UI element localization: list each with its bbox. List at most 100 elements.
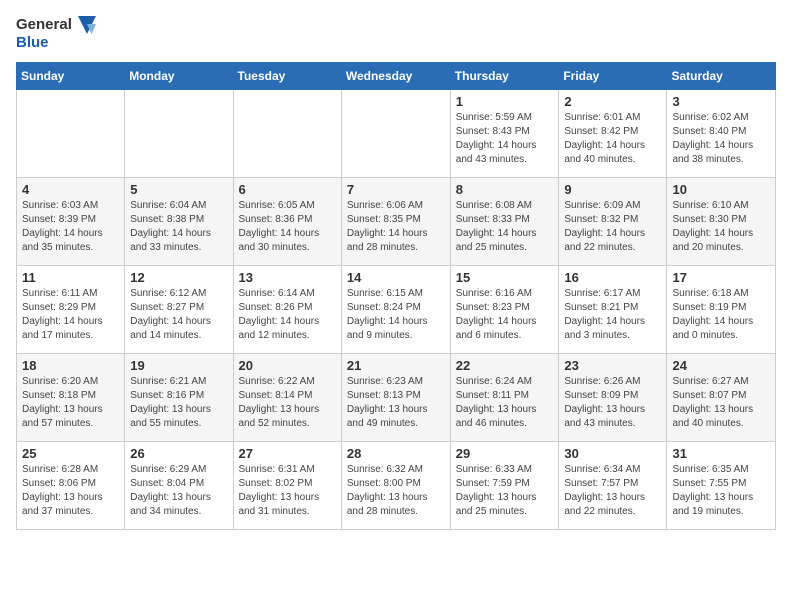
day-number: 5: [130, 182, 227, 197]
calendar-week-row: 25Sunrise: 6:28 AM Sunset: 8:06 PM Dayli…: [17, 441, 776, 529]
calendar-cell: 5 Sunrise: 6:04 AM Sunset: 8:38 PM Daylig…: [125, 177, 233, 265]
calendar-cell: 8 Sunrise: 6:08 AM Sunset: 8:33 PM Daylig…: [450, 177, 559, 265]
day-number: 29: [456, 446, 554, 461]
calendar-week-row: 11 Sunrise: 6:11 AM Sunset: 8:29 PM Dayli…: [17, 265, 776, 353]
day-number: 21: [347, 358, 445, 373]
day-number: 4: [22, 182, 119, 197]
header-thursday: Thursday: [450, 62, 559, 89]
day-number: 26: [130, 446, 227, 461]
day-info: Sunrise: 6:35 AM Sunset: 7:55 PM Dayligh…: [672, 463, 770, 519]
header-tuesday: Tuesday: [233, 62, 341, 89]
day-number: 20: [239, 358, 336, 373]
day-number: 23: [564, 358, 661, 373]
day-number: 16: [564, 270, 661, 285]
day-info: Sunrise: 6:33 AM Sunset: 7:59 PM Dayligh…: [456, 463, 554, 519]
day-number: 7: [347, 182, 445, 197]
day-info: Sunrise: 6:23 AM Sunset: 8:13 PM Dayligh…: [347, 375, 445, 431]
day-number: 15: [456, 270, 554, 285]
calendar-cell: 16 Sunrise: 6:17 AM Sunset: 8:21 PM Dayli…: [559, 265, 667, 353]
calendar-cell: 19 Sunrise: 6:21 AM Sunset: 8:16 PM Dayli…: [125, 353, 233, 441]
calendar-cell: 4 Sunrise: 6:03 AM Sunset: 8:39 PM Daylig…: [17, 177, 125, 265]
day-info: Sunrise: 6:12 AM Sunset: 8:27 PM Dayligh…: [130, 287, 227, 343]
calendar-cell: 2 Sunrise: 6:01 AM Sunset: 8:42 PM Daylig…: [559, 89, 667, 177]
day-info: Sunrise: 6:27 AM Sunset: 8:07 PM Dayligh…: [672, 375, 770, 431]
calendar-cell: 26 Sunrise: 6:29 AM Sunset: 8:04 PM Dayli…: [125, 441, 233, 529]
header-friday: Friday: [559, 62, 667, 89]
header-monday: Monday: [125, 62, 233, 89]
day-info: Sunrise: 6:28 AM Sunset: 8:06 PM Dayligh…: [22, 463, 119, 519]
day-number: 10: [672, 182, 770, 197]
day-info: Sunrise: 6:02 AM Sunset: 8:40 PM Dayligh…: [672, 111, 770, 167]
day-info: Sunrise: 6:24 AM Sunset: 8:11 PM Dayligh…: [456, 375, 554, 431]
calendar-cell: 15 Sunrise: 6:16 AM Sunset: 8:23 PM Dayli…: [450, 265, 559, 353]
day-info: Sunrise: 6:03 AM Sunset: 8:39 PM Dayligh…: [22, 199, 119, 255]
day-info: Sunrise: 5:59 AM Sunset: 8:43 PM Dayligh…: [456, 111, 554, 167]
calendar-cell: 31 Sunrise: 6:35 AM Sunset: 7:55 PM Dayli…: [667, 441, 776, 529]
header-sunday: Sunday: [17, 62, 125, 89]
day-info: Sunrise: 6:29 AM Sunset: 8:04 PM Dayligh…: [130, 463, 227, 519]
calendar-cell: [125, 89, 233, 177]
day-number: 27: [239, 446, 336, 461]
calendar-week-row: 1 Sunrise: 5:59 AM Sunset: 8:43 PM Daylig…: [17, 89, 776, 177]
calendar-cell: 23 Sunrise: 6:26 AM Sunset: 8:09 PM Dayli…: [559, 353, 667, 441]
day-number: 9: [564, 182, 661, 197]
day-number: 18: [22, 358, 119, 373]
day-info: Sunrise: 6:31 AM Sunset: 8:02 PM Dayligh…: [239, 463, 336, 519]
calendar-cell: 13Sunrise: 6:14 AM Sunset: 8:26 PM Dayli…: [233, 265, 341, 353]
day-info: Sunrise: 6:05 AM Sunset: 8:36 PM Dayligh…: [239, 199, 336, 255]
day-info: Sunrise: 6:04 AM Sunset: 8:38 PM Dayligh…: [130, 199, 227, 255]
day-number: 19: [130, 358, 227, 373]
calendar-cell: 21 Sunrise: 6:23 AM Sunset: 8:13 PM Dayli…: [341, 353, 450, 441]
calendar-cell: [341, 89, 450, 177]
calendar-cell: 27 Sunrise: 6:31 AM Sunset: 8:02 PM Dayli…: [233, 441, 341, 529]
day-info: Sunrise: 6:20 AM Sunset: 8:18 PM Dayligh…: [22, 375, 119, 431]
calendar-cell: 30 Sunrise: 6:34 AM Sunset: 7:57 PM Dayli…: [559, 441, 667, 529]
logo-wordmark: General Blue: [16, 16, 96, 52]
calendar-week-row: 4 Sunrise: 6:03 AM Sunset: 8:39 PM Daylig…: [17, 177, 776, 265]
day-info: Sunrise: 6:10 AM Sunset: 8:30 PM Dayligh…: [672, 199, 770, 255]
day-number: 30: [564, 446, 661, 461]
day-number: 1: [456, 94, 554, 109]
calendar-cell: 14Sunrise: 6:15 AM Sunset: 8:24 PM Dayli…: [341, 265, 450, 353]
day-info: Sunrise: 6:06 AM Sunset: 8:35 PM Dayligh…: [347, 199, 445, 255]
day-info: Sunrise: 6:15 AM Sunset: 8:24 PM Dayligh…: [347, 287, 445, 343]
day-number: 17: [672, 270, 770, 285]
day-info: Sunrise: 6:32 AM Sunset: 8:00 PM Dayligh…: [347, 463, 445, 519]
day-info: Sunrise: 6:26 AM Sunset: 8:09 PM Dayligh…: [564, 375, 661, 431]
calendar-cell: 25Sunrise: 6:28 AM Sunset: 8:06 PM Dayli…: [17, 441, 125, 529]
day-info: Sunrise: 6:16 AM Sunset: 8:23 PM Dayligh…: [456, 287, 554, 343]
calendar-cell: 9 Sunrise: 6:09 AM Sunset: 8:32 PM Daylig…: [559, 177, 667, 265]
header: General Blue: [16, 16, 776, 52]
calendar-cell: 28 Sunrise: 6:32 AM Sunset: 8:00 PM Dayli…: [341, 441, 450, 529]
day-info: Sunrise: 6:08 AM Sunset: 8:33 PM Dayligh…: [456, 199, 554, 255]
day-info: Sunrise: 6:14 AM Sunset: 8:26 PM Dayligh…: [239, 287, 336, 343]
day-info: Sunrise: 6:21 AM Sunset: 8:16 PM Dayligh…: [130, 375, 227, 431]
day-number: 3: [672, 94, 770, 109]
day-info: Sunrise: 6:22 AM Sunset: 8:14 PM Dayligh…: [239, 375, 336, 431]
calendar-cell: 18 Sunrise: 6:20 AM Sunset: 8:18 PM Dayli…: [17, 353, 125, 441]
day-info: Sunrise: 6:11 AM Sunset: 8:29 PM Dayligh…: [22, 287, 119, 343]
logo-general: General: [16, 16, 72, 33]
calendar-cell: 6 Sunrise: 6:05 AM Sunset: 8:36 PM Daylig…: [233, 177, 341, 265]
calendar-cell: 22 Sunrise: 6:24 AM Sunset: 8:11 PM Dayli…: [450, 353, 559, 441]
calendar-cell: 7 Sunrise: 6:06 AM Sunset: 8:35 PM Daylig…: [341, 177, 450, 265]
calendar-week-row: 18 Sunrise: 6:20 AM Sunset: 8:18 PM Dayli…: [17, 353, 776, 441]
calendar-cell: [17, 89, 125, 177]
day-info: Sunrise: 6:17 AM Sunset: 8:21 PM Dayligh…: [564, 287, 661, 343]
logo-triangle-icon: [78, 16, 96, 34]
day-number: 28: [347, 446, 445, 461]
calendar-cell: 11 Sunrise: 6:11 AM Sunset: 8:29 PM Dayli…: [17, 265, 125, 353]
day-number: 12: [130, 270, 227, 285]
day-info: Sunrise: 6:09 AM Sunset: 8:32 PM Dayligh…: [564, 199, 661, 255]
day-number: 11: [22, 270, 119, 285]
day-number: 8: [456, 182, 554, 197]
calendar-cell: 10 Sunrise: 6:10 AM Sunset: 8:30 PM Dayli…: [667, 177, 776, 265]
day-number: 22: [456, 358, 554, 373]
calendar-cell: [233, 89, 341, 177]
day-number: 6: [239, 182, 336, 197]
day-number: 2: [564, 94, 661, 109]
day-number: 31: [672, 446, 770, 461]
day-info: Sunrise: 6:34 AM Sunset: 7:57 PM Dayligh…: [564, 463, 661, 519]
calendar-cell: 1 Sunrise: 5:59 AM Sunset: 8:43 PM Daylig…: [450, 89, 559, 177]
day-info: Sunrise: 6:01 AM Sunset: 8:42 PM Dayligh…: [564, 111, 661, 167]
